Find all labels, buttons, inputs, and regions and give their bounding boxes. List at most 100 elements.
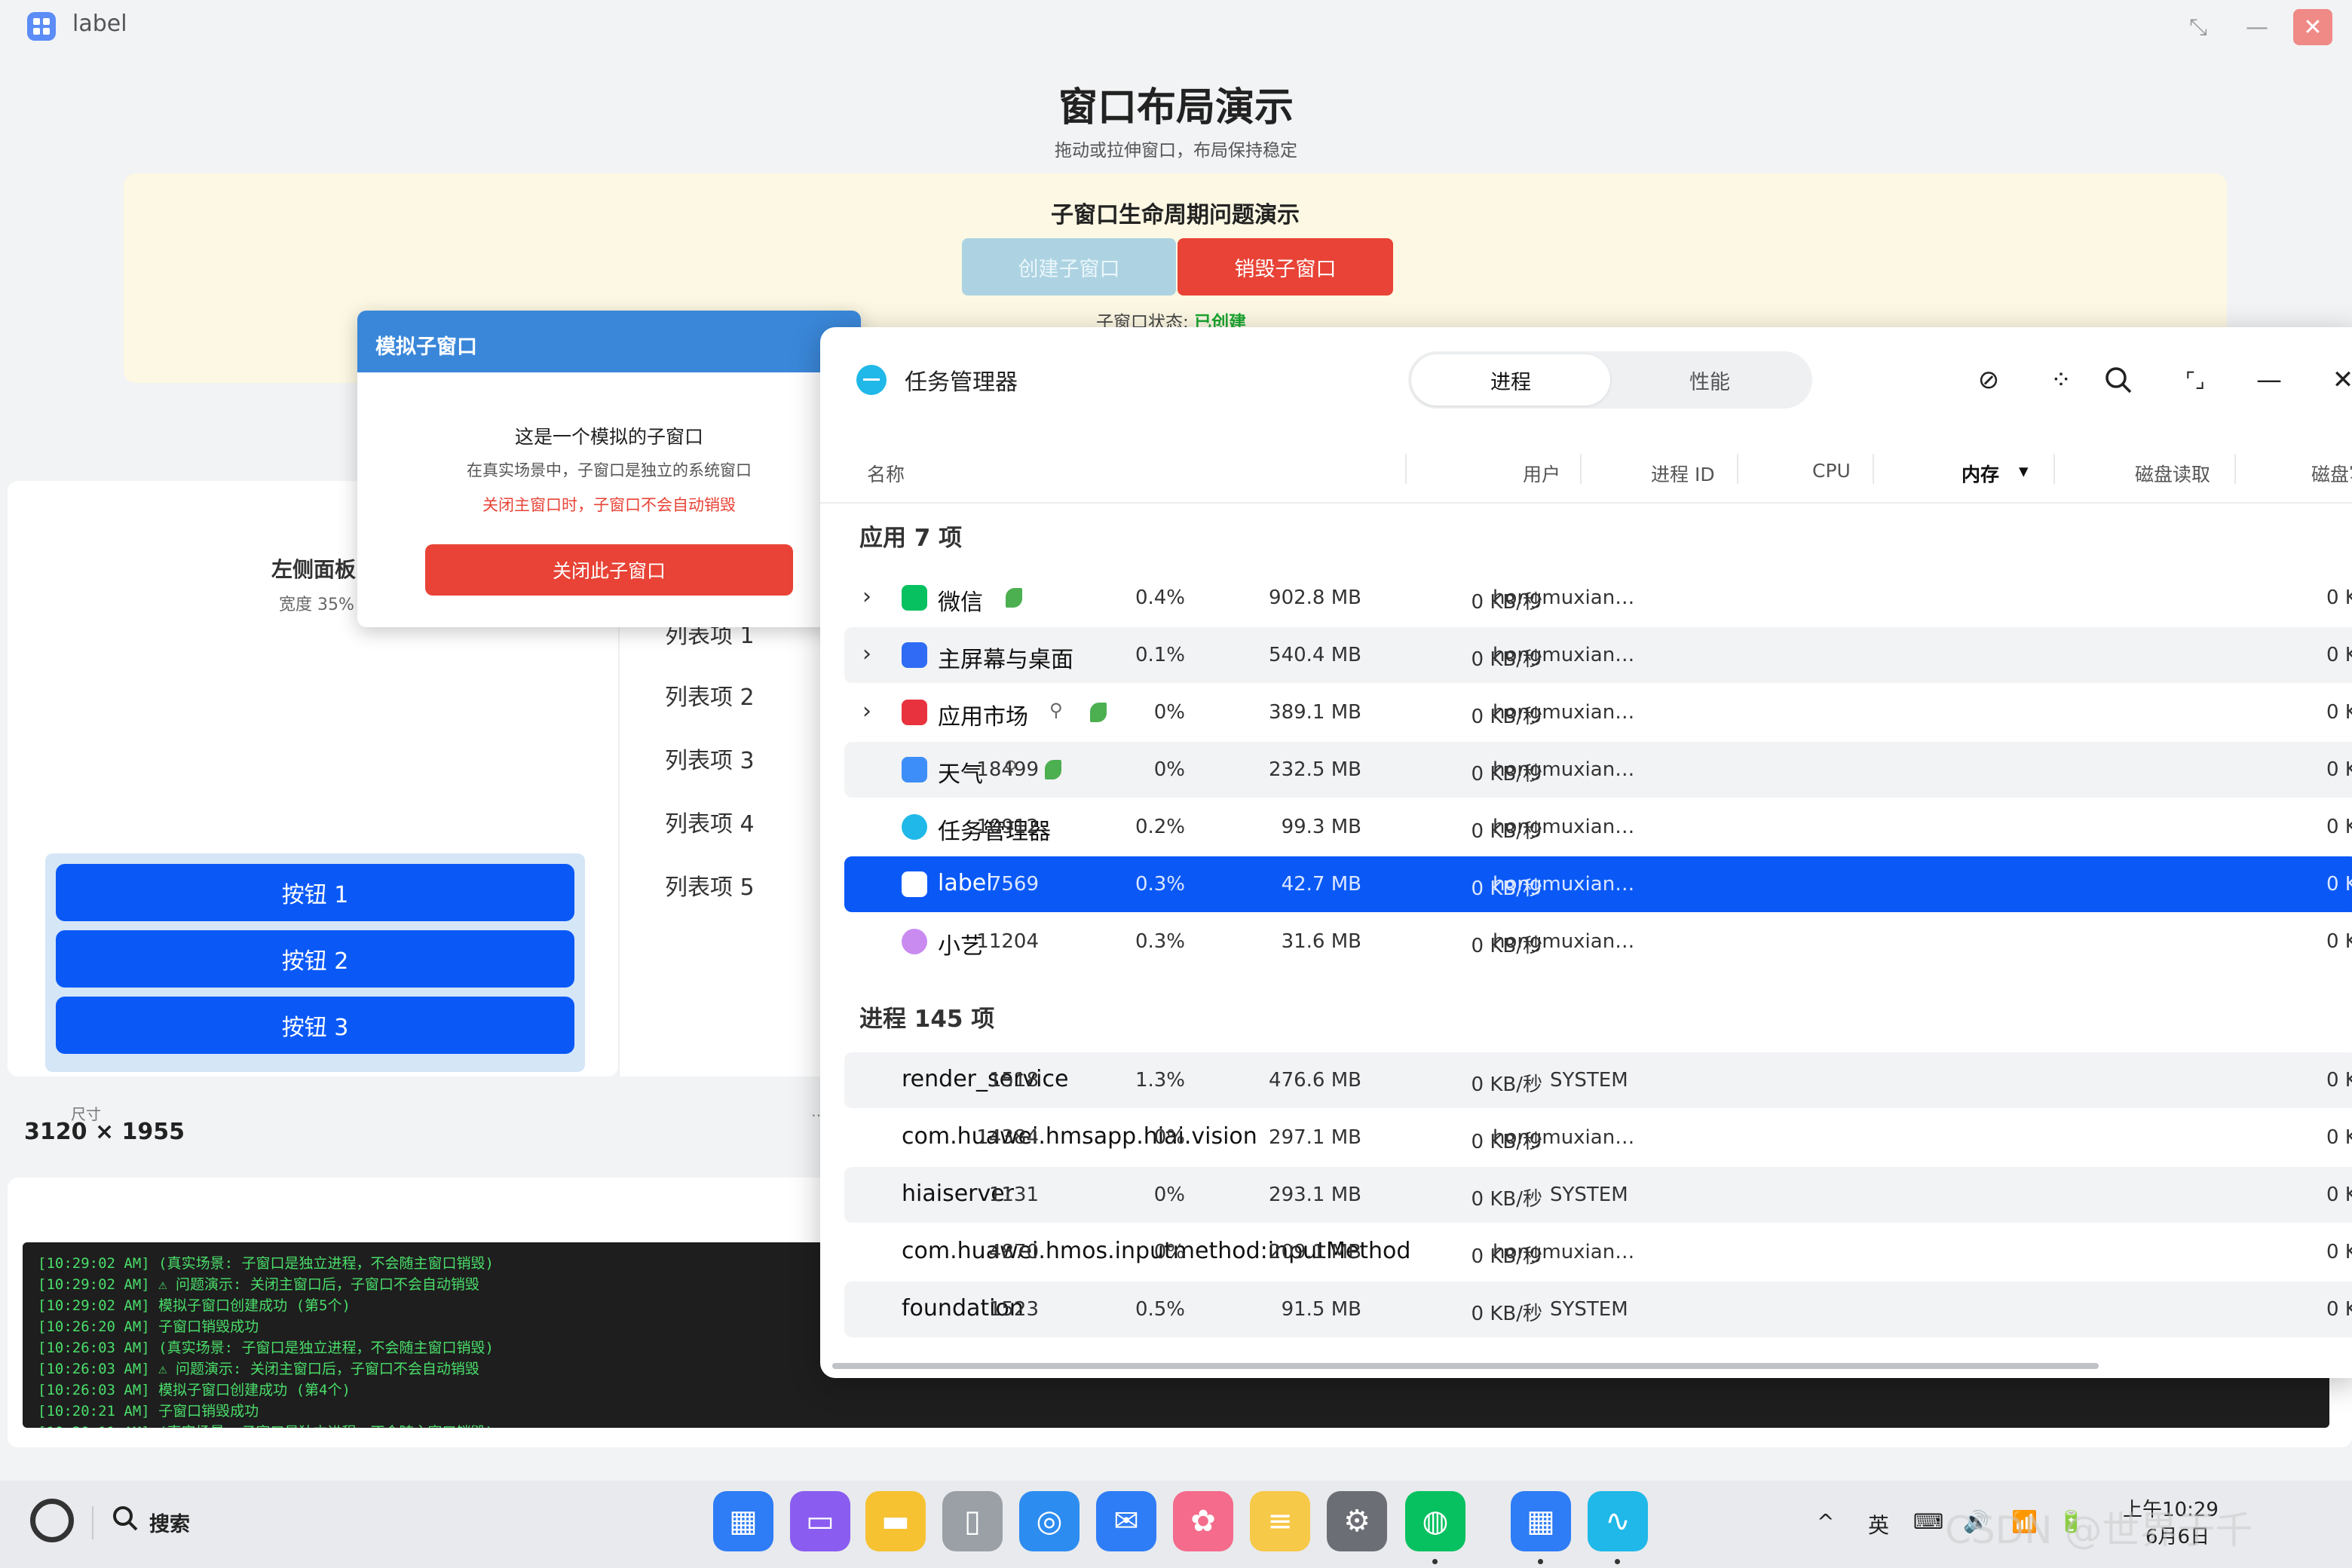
table-row[interactable]: hiaiserver SYSTEM 1131 0% 293.1 MB 0 KB/…	[844, 1167, 2352, 1223]
wechat-icon[interactable]: ◍	[1405, 1491, 1465, 1551]
process-name: 主屏幕与桌面	[938, 647, 1073, 673]
label-app-icon[interactable]: ▦	[1511, 1491, 1571, 1551]
search-icon[interactable]	[110, 1503, 140, 1540]
process-name: com.huawei.hmsapp.hiai.vision	[902, 1123, 1257, 1150]
search-icon[interactable]	[2100, 362, 2136, 398]
list-item[interactable]: 列表项 2	[665, 678, 755, 712]
column-divider[interactable]	[2053, 454, 2055, 484]
multi-window-icon[interactable]: ▭	[790, 1491, 850, 1551]
close-window-button[interactable]: ✕	[2293, 9, 2332, 45]
cell-cpu: 0%	[1153, 1241, 1185, 1263]
close-icon[interactable]: ✕	[2325, 362, 2352, 398]
minimize-window-button[interactable]: —	[2237, 9, 2277, 45]
energy-leaf-icon	[1090, 703, 1107, 722]
column-divider[interactable]	[1873, 454, 1874, 484]
taskbar-divider	[92, 1506, 93, 1539]
column-divider[interactable]	[1405, 454, 1407, 484]
table-row[interactable]: com.huawei.hmsapp.hiai.vision hongmuxian…	[844, 1110, 2352, 1165]
lifecycle-title: 子窗口生命周期问题演示	[1051, 202, 1300, 228]
log-line: [10:26:03 AM] 模拟子窗口创建成功 (第4个)	[38, 1382, 351, 1398]
energy-leaf-icon	[1045, 760, 1061, 779]
cell-disk-read: 0 KB/秒	[1471, 706, 1542, 728]
tab-performance[interactable]: 性能	[1610, 354, 1809, 406]
column-divider[interactable]	[1737, 454, 1738, 484]
browser-icon[interactable]: ◎	[1019, 1491, 1080, 1551]
button-3[interactable]: 按钮 3	[56, 997, 574, 1054]
app-title: label	[72, 11, 127, 37]
table-row[interactable]: › 微信 hongmuxian… 0.4% 902.8 MB 0 KB/秒 0 …	[844, 570, 2352, 626]
start-button[interactable]	[30, 1499, 74, 1542]
close-child-window-button[interactable]: 关闭此子窗口	[425, 544, 793, 596]
table-row[interactable]: com.huawei.hmos.inputmethod:inputMethod …	[844, 1224, 2352, 1280]
tab-processes[interactable]: 进程	[1411, 354, 1610, 406]
table-row[interactable]: 天气 ⚲ hongmuxian… 18499 0% 232.5 MB 0 KB/…	[844, 742, 2352, 798]
list-item[interactable]: 列表项 3	[665, 742, 755, 775]
input-language-icon[interactable]: 英	[1868, 1509, 1889, 1539]
chevron-right-icon[interactable]: ›	[862, 641, 871, 667]
restore-window-button[interactable]: ⤡	[2179, 9, 2218, 45]
recycle-bin-icon[interactable]: ▯	[942, 1491, 1003, 1551]
mail-icon[interactable]: ✉	[1096, 1491, 1156, 1551]
keyboard-icon[interactable]: ⌨	[1913, 1509, 1943, 1534]
cell-disk-write: 0 K	[2326, 586, 2352, 609]
table-row[interactable]: › 主屏幕与桌面 hongmuxian… 0.1% 540.4 MB 0 KB/…	[844, 627, 2352, 683]
col-disk-write[interactable]: 磁盘写	[2311, 460, 2352, 487]
chevron-right-icon[interactable]: ›	[862, 583, 871, 610]
list-item[interactable]: 列表项 4	[665, 805, 755, 838]
task-manager-window[interactable]: 任务管理器 进程 性能 ⊘ ⁘ ⌜⌟ — ✕ 名称 用户 进程 ID CPU 内…	[820, 327, 2352, 1378]
table-row[interactable]: render_service SYSTEM 1518 1.3% 476.6 MB…	[844, 1052, 2352, 1108]
cell-disk-read: 0 KB/秒	[1471, 1245, 1542, 1268]
table-row-selected[interactable]: label hongmuxian… 7569 0.3% 42.7 MB 0 KB…	[844, 856, 2352, 912]
column-divider[interactable]	[2234, 454, 2236, 484]
button-2[interactable]: 按钮 2	[56, 930, 574, 988]
notes-icon[interactable]: ≡	[1250, 1491, 1310, 1551]
task-manager-icon[interactable]: ∿	[1588, 1491, 1648, 1551]
watermark: CSDN @世界于千	[1945, 1508, 2253, 1552]
chevron-right-icon[interactable]: ›	[862, 698, 871, 724]
minimize-icon[interactable]: —	[2251, 362, 2287, 398]
left-panel-width: 宽度 35%	[279, 596, 354, 614]
cell-pid: 1518	[988, 1069, 1039, 1092]
table-row[interactable]: 任务管理器 hongmuxian… 10912 0.2% 99.3 MB 0 K…	[844, 799, 2352, 855]
gallery-icon[interactable]: ✿	[1173, 1491, 1233, 1551]
col-name[interactable]: 名称	[867, 460, 905, 487]
column-divider[interactable]	[1580, 454, 1582, 484]
cell-pid: 4870	[988, 1241, 1039, 1263]
end-task-icon[interactable]: ⊘	[1971, 362, 2007, 398]
cell-memory: 297.1 MB	[1269, 1126, 1361, 1149]
cell-disk-read: 0 KB/秒	[1471, 648, 1542, 671]
horizontal-scrollbar[interactable]	[832, 1363, 2099, 1369]
more-icon[interactable]: ⁘	[2043, 362, 2079, 398]
create-child-window-button[interactable]: 创建子窗口	[962, 238, 1176, 296]
weather-icon	[902, 757, 927, 782]
col-user[interactable]: 用户	[1523, 460, 1560, 487]
app-center-icon[interactable]: ▦	[713, 1491, 773, 1551]
table-row[interactable]: › 应用市场 ⚲ hongmuxian… 0% 389.1 MB 0 KB/秒 …	[844, 684, 2352, 740]
cell-disk-write: 0 K	[2326, 1069, 2352, 1092]
list-item[interactable]: 列表项 5	[665, 868, 755, 902]
destroy-child-window-button[interactable]: 销毁子窗口	[1178, 238, 1393, 296]
col-disk-read[interactable]: 磁盘读取	[2135, 460, 2210, 487]
sort-desc-icon[interactable]: ▾	[2019, 460, 2029, 482]
search-label[interactable]: 搜索	[149, 1508, 190, 1537]
cell-pid: 11204	[976, 930, 1039, 953]
sim-window-title[interactable]: 模拟子窗口	[357, 311, 861, 372]
table-row[interactable]: foundation SYSTEM 1523 0.5% 91.5 MB 0 KB…	[844, 1282, 2352, 1337]
col-memory[interactable]: 内存	[1962, 460, 1999, 487]
restore-icon[interactable]: ⌜⌟	[2177, 362, 2213, 398]
cell-memory: 902.8 MB	[1269, 586, 1361, 609]
cell-disk-read: 0 KB/秒	[1471, 1188, 1542, 1211]
settings-icon[interactable]: ⚙	[1327, 1491, 1387, 1551]
process-name: 应用市场	[938, 704, 1028, 730]
cell-memory: 31.6 MB	[1281, 930, 1361, 953]
table-row[interactable]: 小艺 hongmuxian… 11204 0.3% 31.6 MB 0 KB/秒…	[844, 914, 2352, 969]
cell-disk-read: 0 KB/秒	[1471, 820, 1542, 843]
button-1[interactable]: 按钮 1	[56, 864, 574, 921]
app-logo-icon	[27, 12, 56, 41]
tray-expand-icon[interactable]: ^	[1817, 1509, 1834, 1534]
col-cpu[interactable]: CPU	[1812, 460, 1851, 482]
col-pid[interactable]: 进程 ID	[1651, 460, 1715, 487]
cell-pid: 1131	[988, 1184, 1039, 1206]
simulated-child-window[interactable]: 模拟子窗口 这是一个模拟的子窗口 在真实场景中，子窗口是独立的系统窗口 关闭主窗…	[357, 311, 861, 627]
files-icon[interactable]: ▬	[865, 1491, 926, 1551]
